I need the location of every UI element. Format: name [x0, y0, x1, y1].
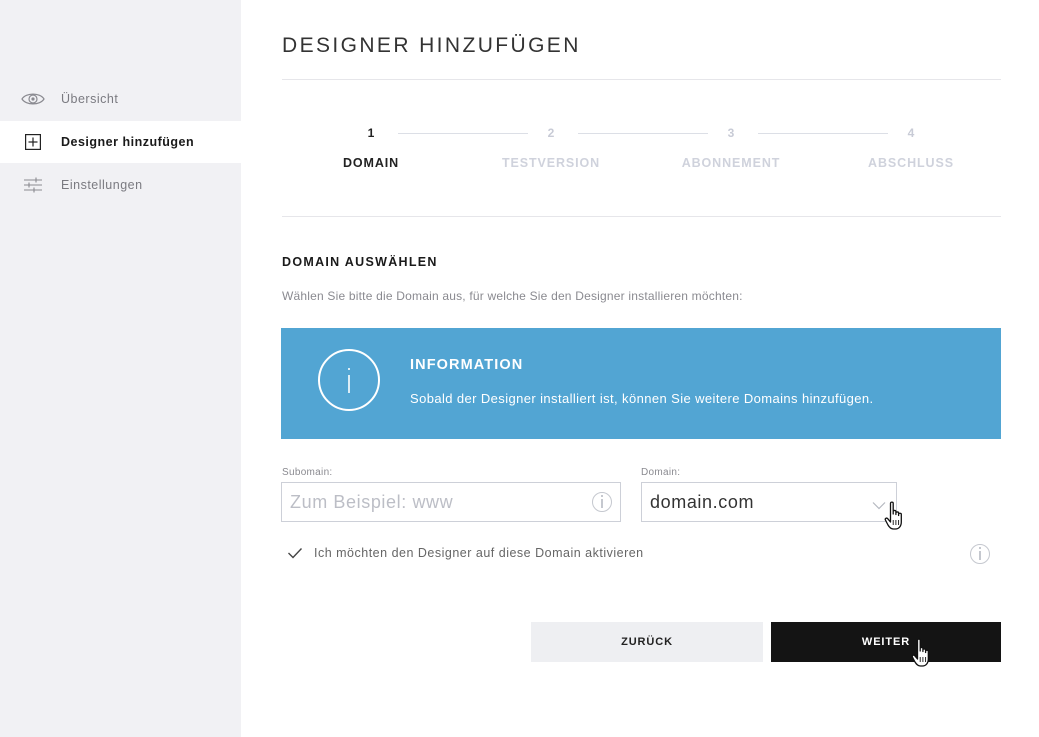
info-icon[interactable] — [592, 492, 612, 512]
checkmark-icon[interactable] — [287, 546, 303, 564]
back-button[interactable]: ZURÜCK — [531, 622, 763, 662]
hand-pointer-icon — [884, 501, 906, 536]
section-title: DOMAIN AUSWÄHLEN — [282, 255, 438, 269]
info-icon[interactable] — [970, 544, 990, 564]
sidebar-item-label: Übersicht — [61, 92, 119, 106]
step-number-3: 3 — [727, 126, 735, 140]
info-icon — [318, 349, 380, 411]
domain-select[interactable]: domain.com — [641, 482, 897, 522]
step-label-abschluss: ABSCHLUSS — [868, 156, 954, 170]
subdomain-input[interactable]: Zum Beispiel: www — [281, 482, 621, 522]
step-label-testversion: TESTVERSION — [501, 156, 601, 170]
sidebar-item-uebersicht[interactable]: Übersicht — [0, 78, 241, 120]
info-title: INFORMATION — [410, 357, 524, 373]
step-connector — [398, 133, 528, 134]
step-connector — [578, 133, 708, 134]
next-button[interactable]: WEITER — [771, 622, 1001, 662]
plus-square-icon — [20, 132, 46, 152]
sidebar: Übersicht Designer hinzufügen Einstellun… — [0, 0, 241, 737]
eye-icon — [20, 89, 46, 109]
step-connector — [758, 133, 888, 134]
subdomain-placeholder: Zum Beispiel: www — [290, 492, 454, 512]
domain-select-value: domain.com — [650, 492, 755, 512]
sidebar-item-designer-hinzufuegen[interactable]: Designer hinzufügen — [0, 121, 241, 163]
step-number-1: 1 — [367, 126, 375, 140]
next-button-label: WEITER — [861, 636, 911, 648]
divider — [282, 79, 1001, 80]
step-label-abonnement: ABONNEMENT — [681, 156, 781, 170]
sidebar-item-label: Einstellungen — [61, 178, 143, 192]
subdomain-label: Subomain: — [282, 467, 333, 478]
step-label-domain: DOMAIN — [342, 156, 400, 170]
sidebar-item-label: Designer hinzufügen — [61, 135, 195, 149]
hand-pointer-icon — [911, 638, 933, 673]
step-number-2: 2 — [547, 126, 555, 140]
step-number-4: 4 — [907, 126, 915, 140]
sidebar-item-einstellungen[interactable]: Einstellungen — [0, 164, 241, 206]
sliders-icon — [20, 175, 46, 195]
info-banner: INFORMATION Sobald der Designer installi… — [281, 328, 1001, 439]
activate-domain-label[interactable]: Ich möchten den Designer auf diese Domai… — [314, 546, 644, 560]
section-description: Wählen Sie bitte die Domain aus, für wel… — [282, 289, 743, 303]
info-text: Sobald der Designer installiert ist, kön… — [410, 391, 874, 406]
page-title: DESIGNER HINZUFÜGEN — [282, 34, 581, 57]
domain-label: Domain: — [641, 467, 681, 478]
divider — [282, 216, 1001, 217]
main-content: DESIGNER HINZUFÜGEN 1 2 3 4 DOMAIN TESTV… — [241, 0, 1039, 737]
